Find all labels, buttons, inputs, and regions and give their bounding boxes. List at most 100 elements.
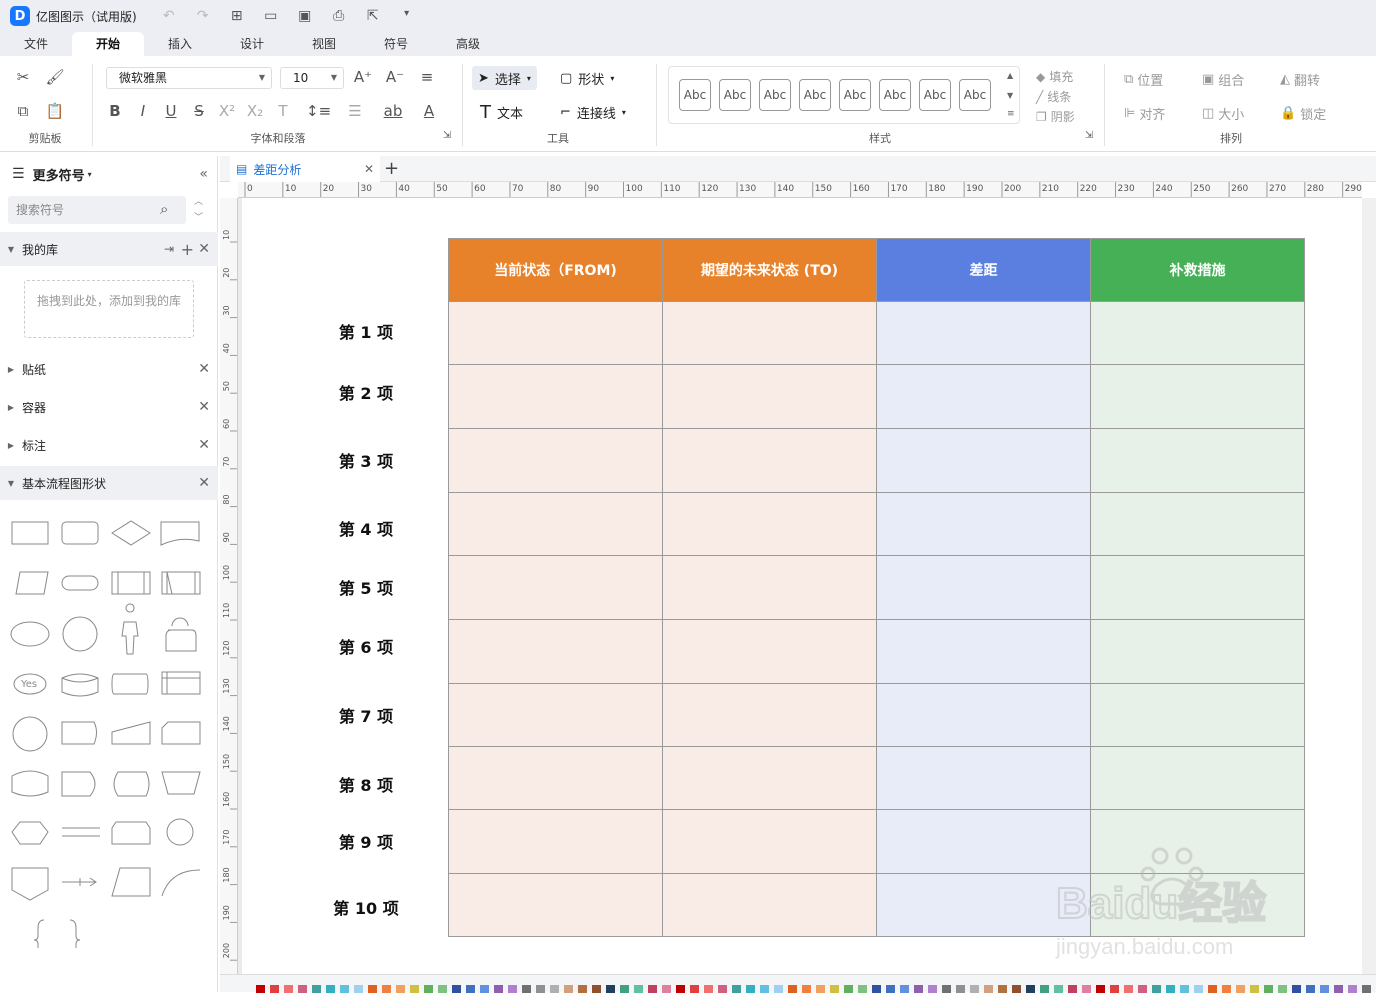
add-icon[interactable]: + [181,240,194,259]
table-cell[interactable] [448,873,663,937]
table-cell[interactable] [1090,428,1305,493]
shape-parallel-mode[interactable] [62,827,100,837]
shape-card[interactable] [161,721,201,745]
text-tool[interactable]: T 文本 [474,100,529,124]
table-cell[interactable] [662,873,877,937]
chevron-down-icon[interactable]: ▾ [88,170,92,179]
header-gap[interactable]: 差距 [876,238,1091,302]
shape-arc[interactable] [161,869,201,897]
row-label[interactable]: 第 8 项 [306,772,426,796]
table-cell[interactable] [448,364,663,429]
bullet-list-icon[interactable]: ☰ [344,102,366,120]
close-icon[interactable]: ✕ [198,241,210,257]
scroll-down-icon[interactable]: ﹀ [194,210,203,223]
tab-advanced[interactable]: 高级 [432,32,504,56]
tab-view[interactable]: 视图 [288,32,360,56]
bold-icon[interactable]: B [104,102,126,120]
underline-icon[interactable]: U [160,102,182,120]
shape-delay[interactable] [61,771,96,797]
shape-data[interactable] [15,571,49,595]
subscript-icon[interactable]: X₂ [244,102,266,120]
table-cell[interactable] [662,746,877,810]
font-color-icon[interactable]: A [418,102,440,120]
close-icon[interactable]: ✕ [198,399,210,415]
shape-loop-limit[interactable] [111,821,151,845]
select-tool[interactable]: ➤ 选择 ▾ [472,66,537,90]
redo-icon[interactable]: ↷ [193,8,213,24]
shape-sequential-data[interactable] [12,716,48,752]
table-cell[interactable] [662,809,877,874]
table-cell[interactable] [1090,683,1305,747]
connector-tool[interactable]: ⌐ 连接线 ▾ [554,100,632,124]
shape-off-page[interactable] [11,867,49,901]
tab-home[interactable]: 开始 [72,32,144,56]
collapse-panel-icon[interactable]: « [199,166,208,182]
increase-font-icon[interactable]: A⁺ [352,68,374,86]
text-highlight-icon[interactable]: ab [382,102,404,120]
shape-circle[interactable] [62,616,98,652]
tab-file[interactable]: 文件 [0,32,72,56]
table-cell[interactable] [1090,492,1305,556]
header-to[interactable]: 期望的未来状态 (TO) [662,238,877,302]
close-icon[interactable]: ✕ [198,475,210,491]
import-icon[interactable]: ⇥ [164,242,174,256]
superscript-icon[interactable]: X² [216,102,238,120]
shape-decision[interactable] [111,520,151,546]
section-stickers[interactable]: ▶ 贴纸 ✕ [0,352,218,386]
paste-icon[interactable]: 📋 [44,102,66,120]
save-icon[interactable]: ▣ [295,8,315,24]
search-icon[interactable]: ⌕ [160,200,168,218]
row-label[interactable]: 第 9 项 [306,829,426,853]
strikethrough-icon[interactable]: S [188,102,210,120]
gap-analysis-table[interactable]: 当前状态（FROM) 期望的未来状态 (TO) 差距 补救措施 [448,238,1305,937]
customize-icon[interactable]: ▾ [397,8,417,24]
shape-tool[interactable]: ▢ 形状 ▾ [554,66,620,90]
shape-rect-curve[interactable] [111,673,149,695]
table-cell[interactable] [1090,364,1305,429]
shape-annotation[interactable] [111,867,151,897]
table-cell[interactable] [448,619,663,684]
table-cell[interactable] [448,683,663,747]
shape-arrow[interactable] [62,877,97,887]
vertical-scrollbar[interactable] [1362,198,1376,974]
table-cell[interactable] [662,301,877,365]
decrease-font-icon[interactable]: A⁻ [384,68,406,86]
close-icon[interactable]: ✕ [198,361,210,377]
font-name-select[interactable]: 微软雅黑 ▼ [106,67,272,89]
table-cell[interactable] [1090,301,1305,365]
header-from[interactable]: 当前状态（FROM) [448,238,663,302]
table-cell[interactable] [662,683,877,747]
row-label[interactable]: 第 4 项 [306,516,426,540]
shape-tape[interactable] [11,770,49,797]
shape-preparation[interactable] [11,821,49,845]
table-cell[interactable] [448,809,663,874]
shape-rounded-rect[interactable] [61,521,99,545]
shape-manual-operation[interactable] [161,771,201,795]
scroll-up-icon[interactable]: ︿ [194,194,203,207]
tab-design[interactable]: 设计 [216,32,288,56]
close-icon[interactable]: ✕ [198,437,210,453]
table-cell[interactable] [1090,746,1305,810]
table-cell[interactable] [876,301,1091,365]
section-basic-flowchart[interactable]: ▼ 基本流程图形状 ✕ [0,466,218,500]
table-cell[interactable] [448,428,663,493]
row-label[interactable]: 第 3 项 [306,448,426,472]
row-label[interactable]: 第 5 项 [306,575,426,599]
style-dialog-icon[interactable]: ⇲ [1078,130,1100,141]
table-cell[interactable] [876,555,1091,620]
table-cell[interactable] [876,619,1091,684]
table-cell[interactable] [662,555,877,620]
shape-terminator[interactable] [61,575,99,591]
format-painter-icon[interactable]: 🖌 [44,68,66,86]
row-label[interactable]: 第 10 项 [306,895,426,919]
table-cell[interactable] [448,746,663,810]
shape-database[interactable] [61,673,99,697]
header-remedy[interactable]: 补救措施 [1090,238,1305,302]
font-size-select[interactable]: 10 ▼ [280,67,344,89]
row-label[interactable]: 第 6 项 [306,634,426,658]
shape-internal-storage[interactable] [161,671,201,695]
shape-display[interactable] [113,771,150,797]
more-symbols-button[interactable]: 更多符号 [33,165,85,184]
table-cell[interactable] [662,492,877,556]
shape-direct-data[interactable] [61,721,97,745]
